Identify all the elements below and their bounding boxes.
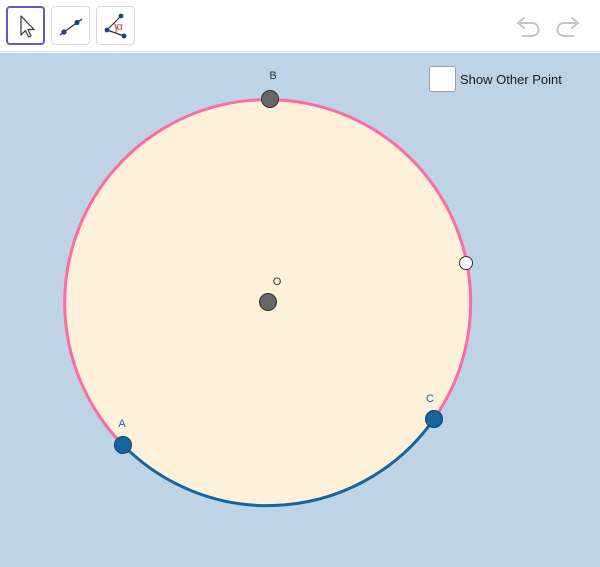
undo-icon bbox=[517, 17, 540, 37]
point-c[interactable] bbox=[425, 410, 443, 428]
segment-tool-button[interactable] bbox=[51, 6, 90, 45]
toolbar: α bbox=[0, 0, 600, 52]
point-b[interactable] bbox=[261, 90, 279, 108]
segment-icon bbox=[59, 17, 82, 36]
point-on-arc[interactable] bbox=[459, 256, 473, 270]
checkbox-box[interactable] bbox=[429, 66, 456, 92]
point-o-label: O bbox=[273, 276, 282, 288]
angle-icon: α bbox=[104, 13, 126, 38]
cursor-arrow-icon bbox=[19, 14, 35, 38]
show-other-point-checkbox[interactable]: Show Other Point bbox=[429, 66, 562, 92]
point-a-label: A bbox=[118, 418, 126, 430]
checkbox-label: Show Other Point bbox=[460, 71, 562, 87]
point-c-label: C bbox=[426, 393, 434, 405]
point-o[interactable] bbox=[259, 293, 277, 311]
point-b-label: B bbox=[269, 70, 276, 82]
undo-button[interactable] bbox=[514, 12, 544, 40]
redo-icon bbox=[556, 17, 579, 37]
geometry-canvas[interactable]: B O A C bbox=[0, 53, 600, 567]
graphics-view[interactable]: B O A C bbox=[0, 53, 600, 567]
svg-text:α: α bbox=[116, 21, 123, 33]
move-tool-button[interactable] bbox=[6, 6, 45, 45]
angle-tool-button[interactable]: α bbox=[96, 6, 135, 45]
point-a[interactable] bbox=[114, 436, 132, 454]
redo-button[interactable] bbox=[552, 12, 582, 40]
